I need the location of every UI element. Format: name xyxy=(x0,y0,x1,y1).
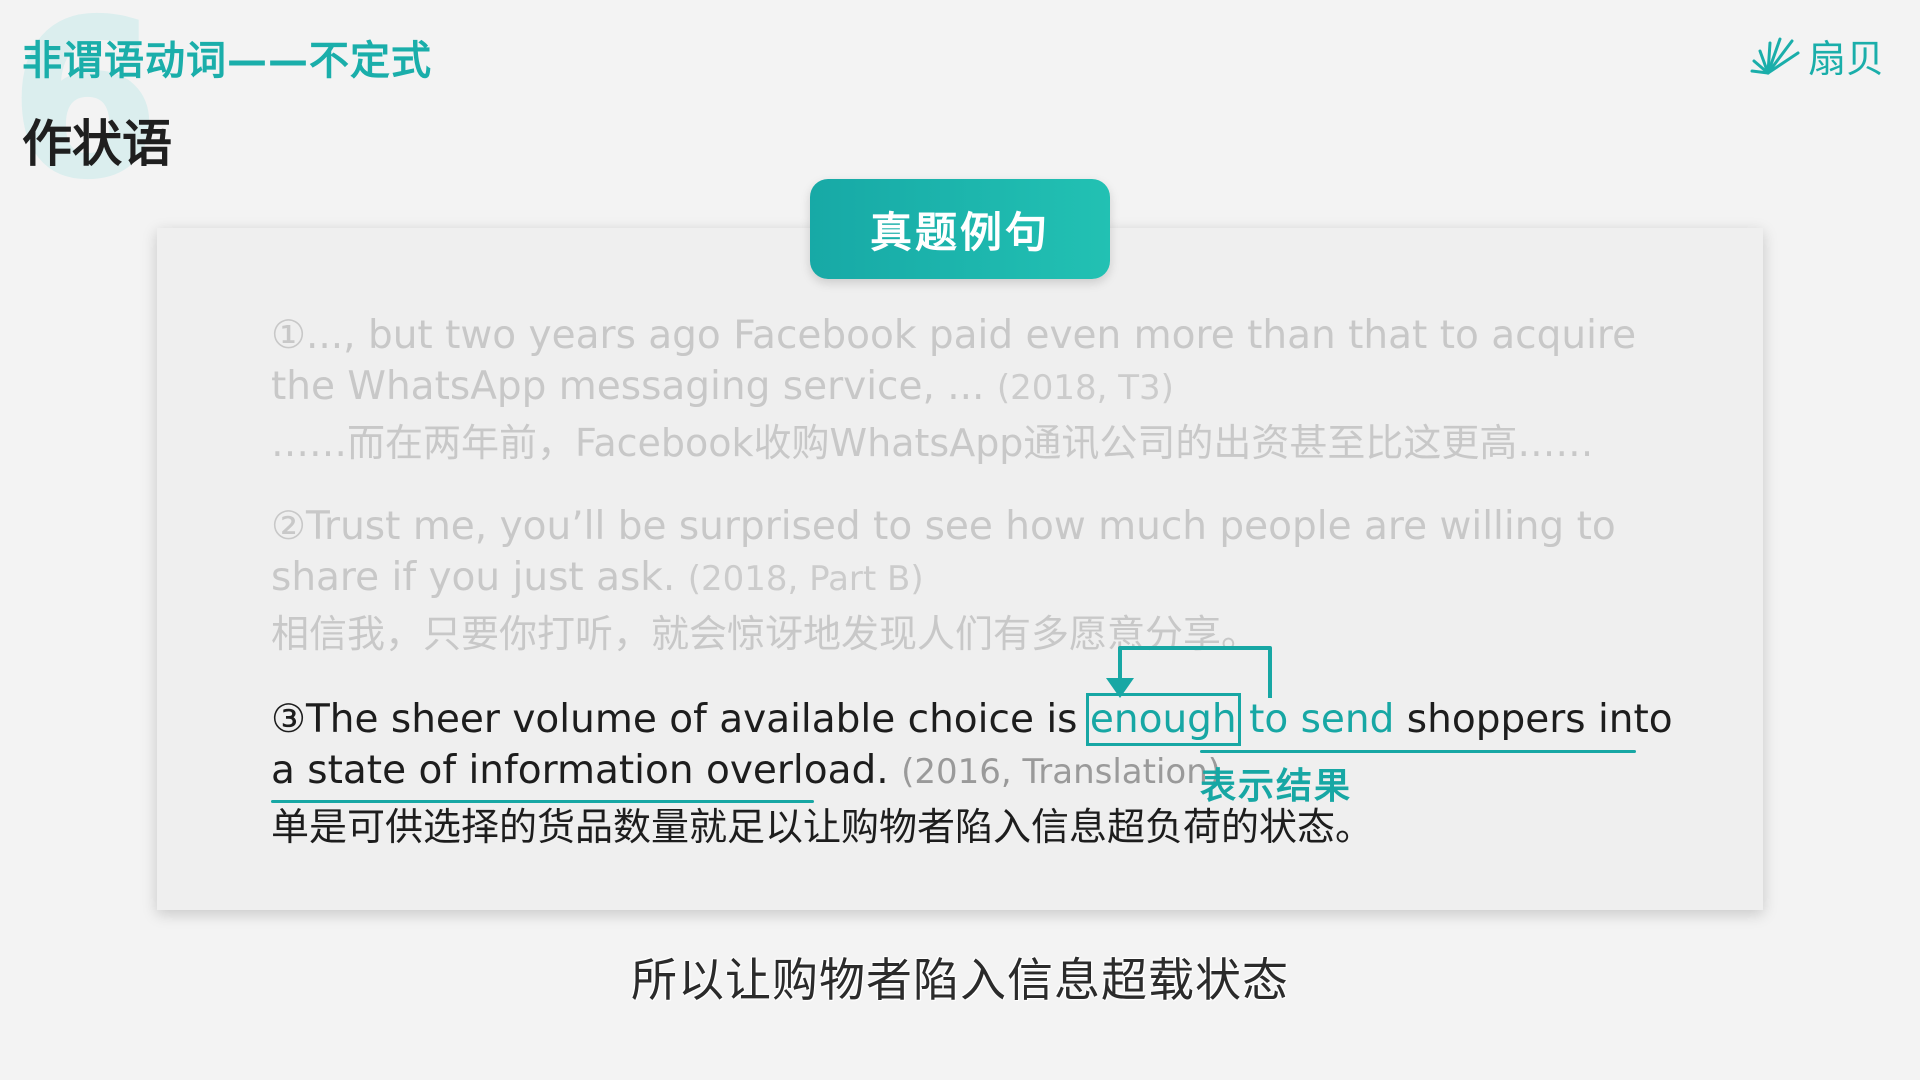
example-1-source: (2018, T3) xyxy=(996,368,1174,408)
example-1-chinese: ……而在两年前，Facebook收购WhatsApp通讯公司的出资甚至比这更高…… xyxy=(271,421,1594,465)
brand-name: 扇贝 xyxy=(1807,37,1884,81)
result-arrow-icon xyxy=(1106,646,1272,698)
example-1: ①..., but two years ago Facebook paid ev… xyxy=(271,310,1691,468)
example-2-sentence: ②Trust me, you’ll be surprised to see ho… xyxy=(271,504,1616,600)
video-subtitle: 所以让购物者陷入信息超载状态 xyxy=(631,953,1289,1007)
example-2-chinese: 相信我，只要你打听，就会惊讶地发现人们有多愿意分享。 xyxy=(271,612,1260,656)
example-3-before: ③The sheer volume of available choice is xyxy=(271,697,1090,742)
example-2-english: ②Trust me, you’ll be surprised to see ho… xyxy=(271,501,1691,605)
example-tag: 真题例句 xyxy=(810,179,1110,279)
sunburst-icon xyxy=(1748,33,1802,79)
example-3: ③The sheer volume of available choice is… xyxy=(271,693,1691,852)
highlight-underline-2 xyxy=(271,800,814,803)
example-3-english: ③The sheer volume of available choice is… xyxy=(271,693,1691,798)
example-1-sentence: ①..., but two years ago Facebook paid ev… xyxy=(271,313,1637,409)
example-3-chinese: 单是可供选择的货品数量就足以让购物者陷入信息超负荷的状态。 xyxy=(271,805,1374,849)
example-3-source: (2016, Translation) xyxy=(901,752,1222,792)
section-title: 非谓语动词——不定式 xyxy=(22,38,432,84)
sub-title: 作状语 xyxy=(22,115,172,173)
example-2-source: (2018, Part B) xyxy=(687,559,924,599)
brand-logo: 扇贝 xyxy=(1748,28,1884,83)
example-2: ②Trust me, you’ll be surprised to see ho… xyxy=(271,501,1691,659)
highlight-underline-1 xyxy=(1200,750,1636,753)
example-1-english: ①..., but two years ago Facebook paid ev… xyxy=(271,310,1691,414)
result-label: 表示结果 xyxy=(1200,766,1353,807)
